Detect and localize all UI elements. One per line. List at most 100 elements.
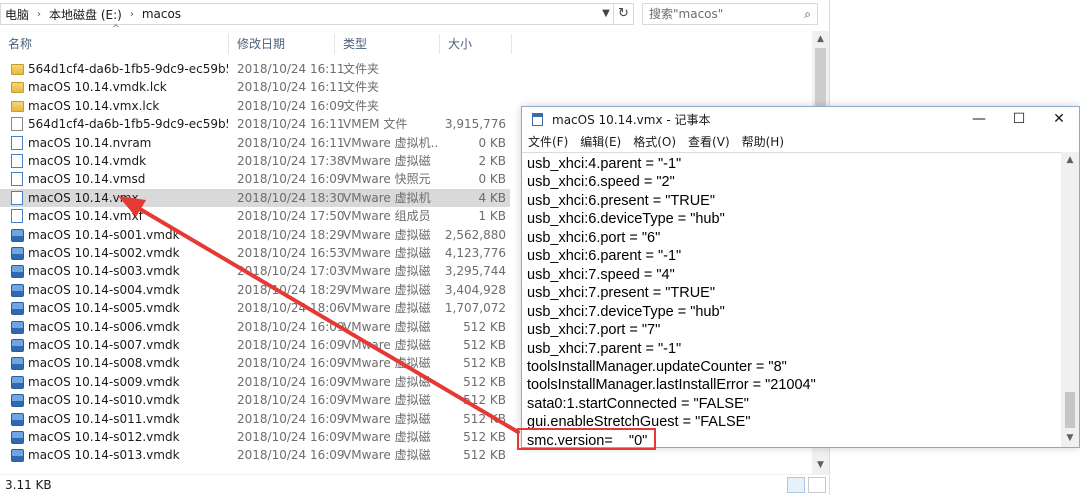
- file-type: VMware 快照元: [343, 172, 431, 187]
- file-date: 2018/10/24 16:11: [237, 62, 345, 76]
- file-size: 0 KB: [478, 172, 506, 187]
- file-row-selected[interactable]: macOS 10.14.vmx 2018/10/24 18:30 VMware 虚拟…: [0, 188, 510, 207]
- file-date: 2018/10/24 16:09: [237, 356, 345, 371]
- file-date: 2018/10/24 16:09: [237, 98, 345, 113]
- file-type: VMware 虚拟磁: [343, 411, 431, 426]
- file-row[interactable]: macOS 10.14.vmdk.lck 2018/10/24 16:11 文件夹: [0, 78, 510, 96]
- file-row[interactable]: macOS 10.14-s013.vmdk 2018/10/24 16:09 VMw…: [0, 446, 510, 464]
- minimize-icon[interactable]: —: [959, 107, 999, 132]
- file-name: 564d1cf4-da6b-1fb5-9dc9-ec59b523...: [28, 117, 228, 132]
- file-row[interactable]: macOS 10.14.vmdk 2018/10/24 17:38 VMware 虚…: [0, 152, 510, 170]
- file-type: VMware 虚拟磁: [343, 227, 431, 242]
- file-name: macOS 10.14-s008.vmdk: [28, 356, 180, 371]
- file-row[interactable]: macOS 10.14-s004.vmdk 2018/10/24 18:29 VMw…: [0, 281, 510, 299]
- file-size: 3,915,776: [444, 117, 506, 132]
- file-date: 2018/10/24 18:29: [237, 282, 345, 297]
- file-row[interactable]: macOS 10.14.nvram 2018/10/24 16:11 VMware …: [0, 134, 510, 152]
- chevron-down-icon[interactable]: ▼: [599, 6, 613, 22]
- file-date: 2018/10/24 16:11: [237, 80, 345, 95]
- file-name: macOS 10.14-s001.vmdk: [28, 227, 180, 242]
- breadcrumb-drive[interactable]: 本地磁盘 (E:): [45, 6, 126, 23]
- file-size: 512 KB: [463, 430, 506, 444]
- vmware-file-icon: [11, 135, 23, 150]
- text-line: toolsInstallManager.lastInstallError = "…: [527, 377, 816, 394]
- notepad-text-area[interactable]: usb_xhci:4.parent = "-1" usb_xhci:6.speed…: [522, 152, 1061, 447]
- file-row[interactable]: macOS 10.14-s006.vmdk 2018/10/24 16:09 VMw…: [0, 318, 510, 336]
- file-date: 2018/10/24 17:50: [237, 209, 345, 224]
- file-date: 2018/10/24 17:38: [237, 154, 345, 168]
- breadcrumb-folder[interactable]: macos: [138, 7, 185, 21]
- file-row[interactable]: macOS 10.14-s003.vmdk 2018/10/24 17:03 VMw…: [0, 262, 510, 280]
- column-header-type[interactable]: 类型: [335, 31, 440, 57]
- disk-icon: [11, 357, 24, 371]
- file-name: macOS 10.14.vmsd: [28, 172, 146, 187]
- menu-help[interactable]: 帮助(H): [736, 132, 790, 152]
- disk-icon: [11, 302, 24, 316]
- breadcrumb-computer[interactable]: 电脑: [1, 6, 33, 23]
- file-type: VMware 虚拟磁: [343, 430, 431, 444]
- refresh-icon[interactable]: ↻: [614, 3, 634, 25]
- file-type: VMware 虚拟磁: [343, 154, 431, 168]
- file-row[interactable]: 564d1cf4-da6b-1fb5-9dc9-ec59b523... 2018/…: [0, 115, 510, 133]
- file-name: macOS 10.14-s004.vmdk: [28, 282, 180, 297]
- file-row[interactable]: 564d1cf4-da6b-1fb5-9dc9-ec59b523... 2018/…: [0, 60, 510, 78]
- file-name: macOS 10.14-s010.vmdk: [28, 393, 180, 408]
- file-size: 4 KB: [478, 190, 506, 205]
- maximize-icon[interactable]: ☐: [999, 107, 1039, 132]
- file-row[interactable]: macOS 10.14-s012.vmdk 2018/10/24 16:09 VMw…: [0, 428, 510, 446]
- file-row[interactable]: macOS 10.14-s011.vmdk 2018/10/24 16:09 VMw…: [0, 410, 510, 428]
- notepad-menu-bar: 文件(F) 编辑(E) 格式(O) 查看(V) 帮助(H): [522, 132, 1079, 152]
- menu-view[interactable]: 查看(V): [682, 132, 736, 152]
- file-row[interactable]: macOS 10.14-s005.vmdk 2018/10/24 18:06 VMw…: [0, 299, 510, 317]
- file-name: macOS 10.14.vmx: [28, 190, 139, 205]
- file-row[interactable]: macOS 10.14.vmxf 2018/10/24 17:50 VMware 组…: [0, 207, 510, 225]
- text-line: usb_xhci:7.speed = "4": [527, 266, 675, 283]
- close-icon[interactable]: ✕: [1039, 107, 1079, 132]
- scrollbar-thumb[interactable]: [1065, 392, 1075, 428]
- file-name: macOS 10.14-s005.vmdk: [28, 301, 180, 316]
- large-icons-view-icon[interactable]: [808, 477, 826, 493]
- file-size: 2,562,880: [444, 227, 506, 242]
- scroll-up-icon[interactable]: ▲: [812, 31, 829, 48]
- file-row[interactable]: macOS 10.14-s010.vmdk 2018/10/24 16:09 VMw…: [0, 391, 510, 409]
- menu-edit[interactable]: 编辑(E): [574, 132, 627, 152]
- text-line: usb_xhci:6.deviceType = "hub": [527, 211, 725, 228]
- file-type: VMware 虚拟机...: [343, 135, 438, 150]
- file-row[interactable]: macOS 10.14-s007.vmdk 2018/10/24 16:09 VMw…: [0, 336, 510, 354]
- disk-icon: [11, 394, 24, 408]
- address-bar[interactable]: 电脑 › 本地磁盘 (E:) › macos: [0, 3, 614, 25]
- file-row[interactable]: macOS 10.14-s009.vmdk 2018/10/24 16:09 VMw…: [0, 373, 510, 391]
- menu-format[interactable]: 格式(O): [627, 132, 682, 152]
- column-header-size[interactable]: 大小: [440, 31, 512, 57]
- text-line: usb_xhci:7.deviceType = "hub": [527, 303, 725, 320]
- file-date: 2018/10/24 16:09: [237, 319, 345, 334]
- scroll-down-icon[interactable]: ▼: [1061, 430, 1079, 447]
- scroll-down-icon[interactable]: ▼: [812, 457, 829, 474]
- file-row[interactable]: macOS 10.14.vmx.lck 2018/10/24 16:09 文件夹: [0, 97, 510, 115]
- breadcrumb-separator-icon: ›: [129, 8, 134, 20]
- file-row[interactable]: macOS 10.14-s001.vmdk 2018/10/24 18:29 VMw…: [0, 226, 510, 244]
- column-header-date[interactable]: 修改日期: [229, 31, 335, 57]
- column-header-name[interactable]: 名称: [0, 31, 229, 57]
- notepad-scrollbar[interactable]: ▲ ▼: [1061, 152, 1079, 447]
- file-size: 512 KB: [463, 356, 506, 371]
- file-size: 3,404,928: [444, 282, 506, 297]
- file-row[interactable]: macOS 10.14-s002.vmdk 2018/10/24 16:53 VMw…: [0, 244, 510, 262]
- text-line: usb_xhci:6.port = "6": [527, 229, 661, 246]
- details-view-icon[interactable]: [787, 477, 805, 493]
- disk-icon: [11, 339, 24, 352]
- file-date: 2018/10/24 16:11: [237, 135, 345, 150]
- search-input[interactable]: 搜索"macos" ⌕: [642, 3, 818, 25]
- menu-file[interactable]: 文件(F): [522, 132, 574, 152]
- text-line: usb_xhci:6.speed = "2": [527, 174, 675, 191]
- notepad-window: macOS 10.14.vmx - 记事本 — ☐ ✕ 文件(F) 编辑(E) …: [521, 106, 1080, 448]
- file-row[interactable]: macOS 10.14-s008.vmdk 2018/10/24 16:09 VMw…: [0, 354, 510, 372]
- scroll-up-icon[interactable]: ▲: [1061, 152, 1079, 169]
- notepad-title-bar[interactable]: macOS 10.14.vmx - 记事本 — ☐ ✕: [522, 107, 1079, 132]
- highlight-box-smc-version: [517, 428, 656, 450]
- file-date: 2018/10/24 16:09: [237, 430, 345, 444]
- file-type: VMware 虚拟磁: [343, 356, 431, 371]
- text-line: toolsInstallManager.updateCounter = "8": [527, 358, 787, 375]
- vmware-file-icon: [11, 154, 23, 168]
- file-row[interactable]: macOS 10.14.vmsd 2018/10/24 16:09 VMware 快…: [0, 170, 510, 188]
